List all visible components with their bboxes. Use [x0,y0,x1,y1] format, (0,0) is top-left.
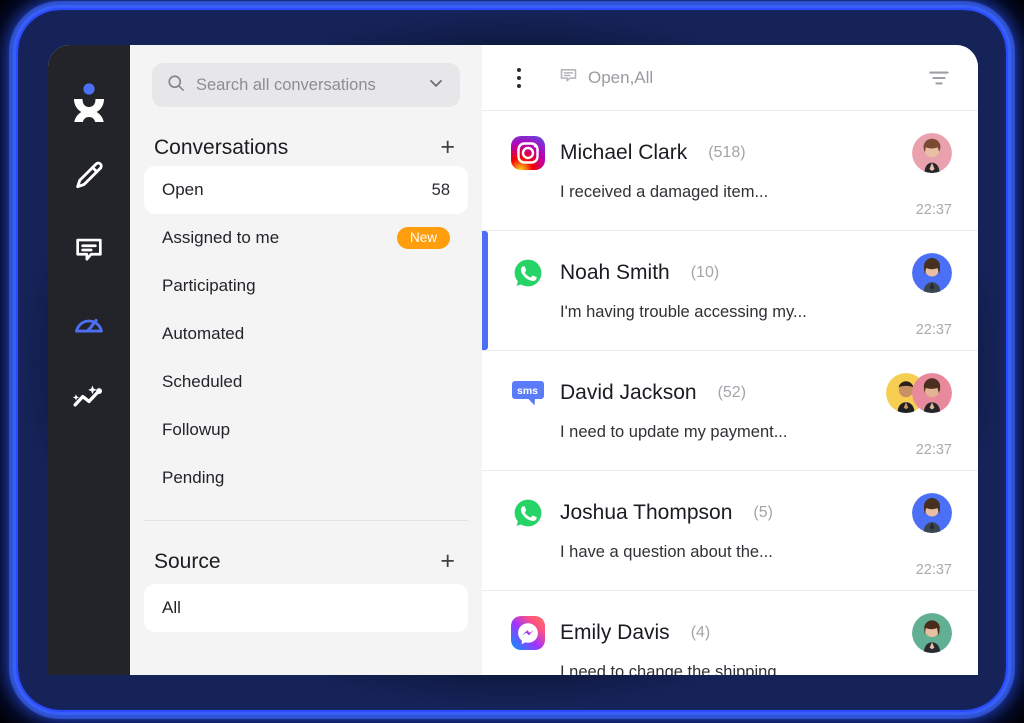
conversations-nav-list: Open 58 Assigned to me New Participating… [130,166,482,502]
message-count: (52) [717,384,747,401]
chat-bubble-icon[interactable] [66,227,112,273]
icon-rail [48,45,130,675]
conversation-name: Joshua Thompson [560,501,733,524]
sparkle-chart-icon[interactable] [66,375,112,421]
source-select[interactable]: All [144,584,468,632]
avatar [912,373,952,413]
conversation-preview: I'm having trouble accessing my... [560,303,807,321]
sidebar-item-label: Participating [162,276,256,295]
sidebar-item-label: Scheduled [162,372,243,391]
avatar [912,493,952,533]
nav-panel: Conversations + Open 58 Assigned to me N… [130,45,482,675]
add-source-button[interactable]: + [437,549,458,574]
instagram-icon [510,135,546,171]
conversation-preview: I need to change the shipping... [560,663,791,675]
message-count: (10) [690,264,720,281]
sidebar-item-label: Open [162,180,204,199]
conversation-name: Emily Davis [560,621,670,644]
source-section-header: Source + [130,549,482,574]
conversation-time: 22:37 [915,442,952,458]
avatar-group [886,373,952,413]
app-window: Conversations + Open 58 Assigned to me N… [48,45,978,675]
avatar-group [912,253,952,293]
sidebar-item-open[interactable]: Open 58 [144,166,468,214]
sidebar-item-label: Followup [162,420,231,439]
whatsapp-icon [510,255,546,291]
conversations-title: Conversations [154,135,289,159]
active-filter-chip[interactable]: Open,All [558,65,653,91]
filter-icon[interactable] [926,65,952,91]
conversation-name: Noah Smith [560,261,670,284]
sidebar-item-pending[interactable]: Pending [144,454,468,502]
open-count: 58 [431,180,450,199]
conversation-name: Michael Clark [560,141,688,164]
search-icon [166,73,186,98]
table-row[interactable]: sms David Jackson (52) I need to update … [482,351,978,471]
avatar-group [912,493,952,533]
conversation-time: 22:37 [915,202,952,218]
source-title: Source [154,549,221,573]
sidebar-item-participating[interactable]: Participating [144,262,468,310]
pencil-icon[interactable] [66,153,112,199]
table-row[interactable]: Joshua Thompson (5) I have a question ab… [482,471,978,591]
conversation-preview: I have a question about the... [560,543,773,561]
sidebar-item-label: Assigned to me [162,228,280,247]
avatar [912,133,952,173]
avatar [912,253,952,293]
conversation-list-panel: Open,All Michael Clark (518) I received … [482,45,978,675]
sidebar-item-followup[interactable]: Followup [144,406,468,454]
sidebar-item-label: Pending [162,468,225,487]
sidebar-item-scheduled[interactable]: Scheduled [144,358,468,406]
svg-text:sms: sms [517,385,538,397]
chevron-down-icon[interactable] [426,73,446,98]
message-count: (518) [708,144,746,161]
source-selected-value: All [162,598,181,617]
conversation-time: 22:37 [915,562,952,578]
person-x-logo-icon[interactable] [66,79,112,125]
more-vertical-icon[interactable] [508,65,530,91]
status-badge: New [396,226,450,250]
search-input[interactable] [196,75,416,95]
conversation-preview: I received a damaged item... [560,183,769,201]
conversation-list-header: Open,All [482,45,978,111]
table-row[interactable]: Emily Davis (4) I need to change the shi… [482,591,978,675]
conversation-list: Michael Clark (518) I received a damaged… [482,111,978,675]
avatar-group [912,613,952,653]
message-count: (4) [690,624,711,641]
sidebar-item-label: Automated [162,324,245,343]
avatar-group [912,133,952,173]
search-box[interactable] [152,63,460,107]
active-filter-label: Open,All [588,67,654,87]
chat-bubble-icon [558,65,579,91]
messenger-icon [510,615,546,651]
sms-icon: sms [510,375,546,411]
gauge-icon[interactable] [66,301,112,347]
add-conversation-button[interactable]: + [437,135,458,160]
sidebar-item-automated[interactable]: Automated [144,310,468,358]
conversation-preview: I need to update my payment... [560,423,788,441]
conversation-time: 22:37 [915,322,952,338]
table-row[interactable]: Michael Clark (518) I received a damaged… [482,111,978,231]
conversations-section-header: Conversations + [130,135,482,160]
avatar [912,613,952,653]
sidebar-item-assigned-to-me[interactable]: Assigned to me New [144,214,468,262]
conversation-name: David Jackson [560,381,697,404]
nav-divider [144,520,468,521]
table-row[interactable]: Noah Smith (10) I'm having trouble acces… [482,231,978,351]
whatsapp-icon [510,495,546,531]
message-count: (5) [753,504,773,521]
